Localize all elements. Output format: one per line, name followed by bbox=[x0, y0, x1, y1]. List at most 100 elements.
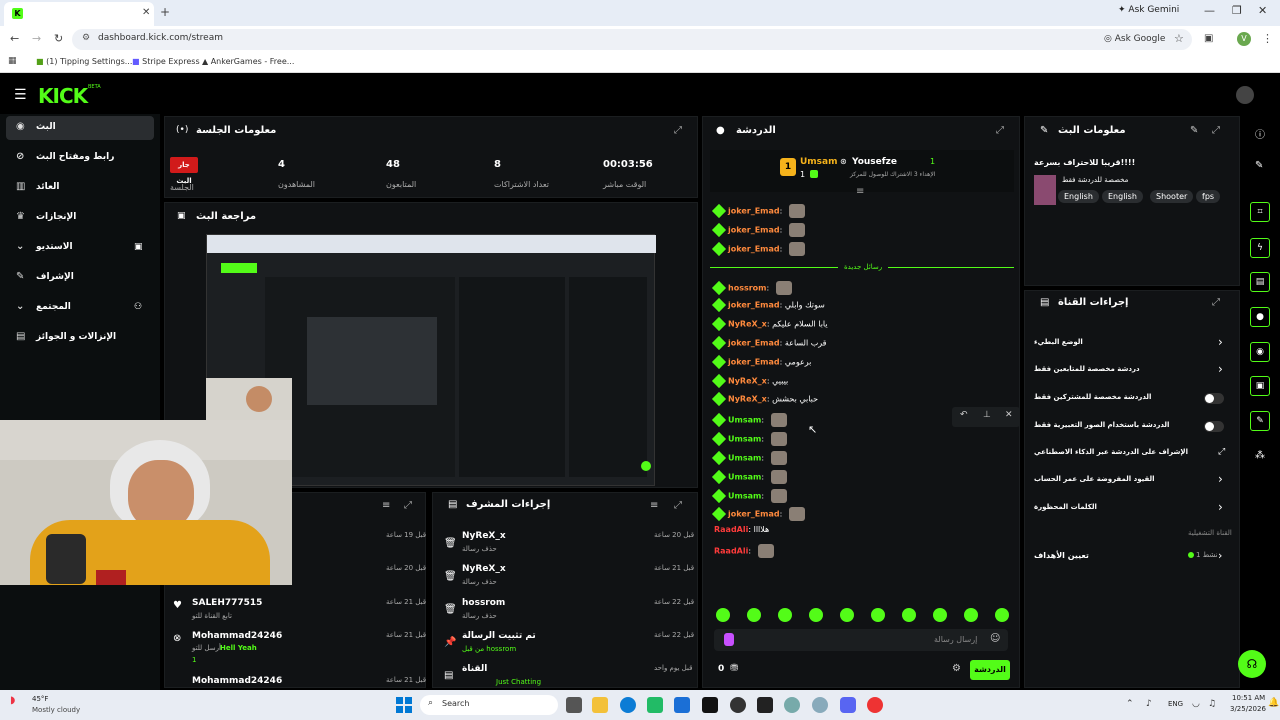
chat-message[interactable]: Umsam: bbox=[711, 450, 787, 468]
document-icon[interactable]: ▤ bbox=[1250, 272, 1270, 292]
chat-username[interactable]: NyReX_x bbox=[728, 320, 767, 329]
expand-icon[interactable]: ⤢ bbox=[1212, 297, 1220, 308]
filter-icon[interactable]: ≡ bbox=[650, 500, 658, 511]
channel-action-row[interactable]: دردشة مخصصة للمتابعين فقط › bbox=[1034, 362, 1230, 380]
chat-message[interactable]: RaadAli: bbox=[714, 544, 774, 561]
quick-emote-icon[interactable] bbox=[871, 608, 885, 622]
edge-icon[interactable] bbox=[620, 697, 636, 713]
chat-message[interactable]: joker_Emad: bbox=[711, 203, 805, 221]
file-explorer-icon[interactable] bbox=[592, 697, 608, 713]
pin-message-icon[interactable]: ⊥ bbox=[983, 410, 991, 420]
tray-chevron-icon[interactable]: ⌃ bbox=[1126, 699, 1134, 709]
sidebar-item-stream[interactable]: ◉ البث bbox=[6, 116, 154, 140]
volume-icon[interactable]: ♫ bbox=[1208, 699, 1216, 709]
new-tab-icon[interactable]: + bbox=[160, 5, 170, 19]
chat-settings-icon[interactable]: ⚙ bbox=[952, 663, 961, 674]
profile-avatar[interactable]: V bbox=[1237, 32, 1251, 46]
chat-username[interactable]: Umsam bbox=[728, 473, 761, 482]
chat-message[interactable]: joker_Emad: bbox=[711, 222, 805, 240]
language-indicator[interactable]: ENG bbox=[1168, 700, 1183, 708]
sidebar-item-revenue[interactable]: ▥ العائد bbox=[6, 176, 154, 200]
quick-emote-icon[interactable] bbox=[809, 608, 823, 622]
chat-message[interactable]: RaadAli: هلاااا bbox=[714, 525, 769, 542]
chat-username[interactable]: NyReX_x bbox=[728, 377, 767, 386]
chat-username[interactable]: joker_Emad bbox=[728, 339, 780, 348]
bookmark-stripe[interactable]: ■ Stripe Express bbox=[132, 57, 200, 66]
toggle-switch[interactable] bbox=[1204, 421, 1224, 432]
filter-icon[interactable]: ≡ bbox=[382, 500, 390, 511]
browser-tab[interactable]: K Stream - Kick Dashboard ✕ bbox=[4, 2, 154, 26]
url-text[interactable]: dashboard.kick.com/stream bbox=[98, 33, 223, 43]
quick-emote-icon[interactable] bbox=[995, 608, 1009, 622]
quick-emote-icon[interactable] bbox=[840, 608, 854, 622]
sidebar-item-moderation[interactable]: ✎ الإشراف bbox=[6, 266, 154, 290]
chat-message[interactable]: Umsam: bbox=[711, 431, 787, 449]
chat-send-button[interactable]: الدردشة bbox=[970, 660, 1010, 680]
bookmark-star-icon[interactable]: ☆ bbox=[1174, 32, 1184, 45]
quick-emote-icon[interactable] bbox=[964, 608, 978, 622]
obs-icon[interactable] bbox=[730, 697, 746, 713]
set-goals-row[interactable]: تعيين الأهداف نشط 1 › bbox=[1034, 548, 1230, 566]
omnibox[interactable] bbox=[72, 29, 1192, 50]
sidebar-item-stream-key[interactable]: ⊘ رابط ومفتاح البث bbox=[6, 146, 154, 170]
expand-icon[interactable]: ⤢ bbox=[996, 125, 1004, 136]
reload-icon[interactable]: ↻ bbox=[54, 32, 63, 45]
bookmark-tipping[interactable]: ■ (1) Tipping Settings... bbox=[36, 57, 132, 66]
support-icon[interactable]: ☊ bbox=[1238, 650, 1266, 678]
chat-username[interactable]: joker_Emad bbox=[728, 226, 780, 235]
windows-start-icon[interactable] bbox=[396, 697, 412, 713]
task-view-icon[interactable] bbox=[566, 697, 582, 713]
channel-action-row[interactable]: الإشراف على الدردشة عبر الذكاء الاصطناعي… bbox=[1034, 445, 1230, 463]
sidebar-item-achievements[interactable]: ♛ الإنجازات bbox=[6, 206, 154, 230]
restore-icon[interactable]: ❐ bbox=[1232, 4, 1242, 17]
delete-message-icon[interactable]: ✕ bbox=[1005, 410, 1013, 420]
site-info-icon[interactable]: ⚙ bbox=[82, 33, 90, 43]
chat-username[interactable]: RaadAli bbox=[714, 547, 748, 556]
chat-username[interactable]: joker_Emad bbox=[728, 301, 780, 310]
apps-grid-icon[interactable]: ▦ bbox=[8, 56, 17, 66]
expand-icon[interactable]: ⤢ bbox=[1212, 125, 1220, 136]
channel-action-row[interactable]: القيود المفروضة على عمر الحساب › bbox=[1034, 472, 1230, 490]
lightning-icon[interactable]: ϟ bbox=[1250, 238, 1270, 258]
chat-message[interactable]: NyReX_x: حبابي بحشش bbox=[711, 391, 818, 411]
chat-message[interactable]: Umsam: bbox=[711, 412, 787, 430]
back-icon[interactable]: ← bbox=[10, 32, 19, 45]
browser-menu-icon[interactable]: ⋮ bbox=[1262, 32, 1273, 45]
expand-icon[interactable]: ⤢ bbox=[404, 500, 412, 511]
microphone-icon[interactable]: ♪ bbox=[1146, 699, 1152, 709]
bookmark-anker[interactable]: ▲ AnkerGames - Free... bbox=[202, 57, 294, 66]
sub-emote-icon[interactable] bbox=[724, 633, 734, 646]
channel-action-row[interactable]: الدردشة مخصصة للمشتركين فقط bbox=[1034, 390, 1230, 408]
discord-icon[interactable] bbox=[840, 697, 856, 713]
minimize-icon[interactable]: — bbox=[1204, 4, 1215, 17]
add-widget-icon[interactable]: ⁂ bbox=[1255, 450, 1265, 461]
expand-icon[interactable]: ⤢ bbox=[674, 125, 682, 136]
chat-username[interactable]: joker_Emad bbox=[728, 245, 780, 254]
weather-temp[interactable]: 45°F bbox=[32, 695, 48, 703]
kick-logo[interactable]: KICK bbox=[38, 84, 88, 108]
mail-icon[interactable] bbox=[674, 697, 690, 713]
quick-emote-icon[interactable] bbox=[716, 608, 730, 622]
quick-emote-icon[interactable] bbox=[747, 608, 761, 622]
wrench-icon[interactable]: ✎ bbox=[1250, 411, 1270, 431]
clock-time[interactable]: 10:51 AM bbox=[1232, 694, 1265, 702]
store-icon[interactable] bbox=[647, 697, 663, 713]
info-icon[interactable]: ⓘ bbox=[1255, 126, 1265, 141]
hamburger-menu-icon[interactable]: ☰ bbox=[14, 87, 27, 103]
channel-action-row[interactable]: الدردشة باستخدام الصور التعبيرية فقط bbox=[1034, 418, 1230, 436]
close-window-icon[interactable]: ✕ bbox=[1258, 4, 1267, 17]
chat-message[interactable]: joker_Emad: برعومي bbox=[711, 354, 811, 374]
expand-icon[interactable]: ⤢ bbox=[674, 500, 682, 511]
channel-action-row[interactable]: الوضع البطيء › bbox=[1034, 335, 1230, 353]
chat-username[interactable]: joker_Emad bbox=[728, 207, 780, 216]
chat-username[interactable]: Umsam bbox=[728, 435, 761, 444]
chat-message[interactable]: joker_Emad: سوتك وابلي bbox=[711, 297, 825, 317]
user-avatar[interactable] bbox=[1236, 86, 1254, 104]
sidebar-item-community[interactable]: ⌄ المجتمع ⚇ bbox=[6, 296, 154, 320]
chat-message[interactable]: joker_Emad: bbox=[711, 506, 805, 524]
quick-emote-icon[interactable] bbox=[778, 608, 792, 622]
chrome-icon[interactable] bbox=[867, 697, 883, 713]
chat-username[interactable]: joker_Emad bbox=[728, 510, 780, 519]
chat-username[interactable]: Umsam bbox=[728, 492, 761, 501]
chest-icon[interactable]: ⛃ bbox=[730, 663, 738, 674]
